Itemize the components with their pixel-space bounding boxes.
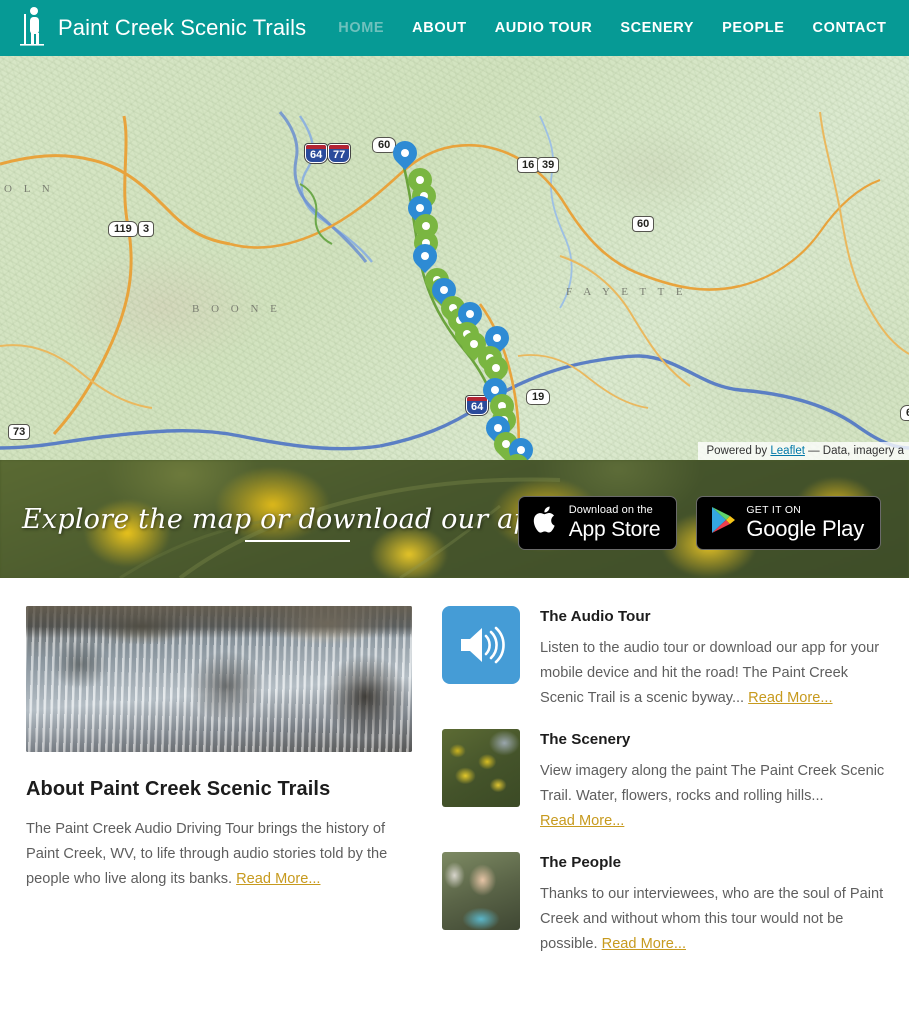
about-title: About Paint Creek Scenic Trails bbox=[26, 778, 331, 800]
goldenrod-photo bbox=[442, 729, 520, 807]
page-content: About Paint Creek Scenic Trails The Pain… bbox=[0, 578, 909, 975]
map-roads bbox=[0, 111, 909, 460]
apple-icon bbox=[532, 503, 560, 542]
route-shield-16: 16 bbox=[517, 157, 540, 173]
feature-audio-tour: The Audio Tour Listen to the audio tour … bbox=[442, 606, 887, 711]
route-shield-i77: 77 bbox=[328, 144, 351, 163]
google-play-top-label: GET IT ON bbox=[746, 503, 802, 516]
leaflet-link[interactable]: Leaflet bbox=[770, 445, 805, 457]
store-badges: Download on the App Store GET IT ON Goog… bbox=[517, 496, 881, 550]
waterfall-photo bbox=[26, 606, 412, 752]
about-body: The Paint Creek Audio Driving Tour bring… bbox=[26, 817, 416, 892]
google-play-button[interactable]: GET IT ON Google Play bbox=[696, 496, 881, 550]
feature-read-more-link[interactable]: Read More... bbox=[602, 936, 686, 952]
features-column: The Audio Tour Listen to the audio tour … bbox=[442, 606, 887, 975]
feature-people: The People Thanks to our interviewees, w… bbox=[442, 852, 887, 957]
portrait-photo bbox=[442, 852, 520, 930]
map-county-label: B O O N E bbox=[192, 303, 282, 315]
route-shield-39: 39 bbox=[537, 157, 560, 173]
feature-text: Thanks to our interviewees, who are the … bbox=[540, 882, 887, 957]
feature-text: View imagery along the paint The Paint C… bbox=[540, 759, 887, 834]
banner-headline-underline bbox=[245, 540, 350, 542]
brand-logo[interactable]: Paint Creek Scenic Trails bbox=[18, 5, 306, 51]
banner-headline: Explore the map or download our app! bbox=[22, 504, 560, 535]
audio-tour-thumb[interactable] bbox=[442, 606, 520, 684]
nav-item-audio-tour[interactable]: AUDIO TOUR bbox=[495, 20, 593, 36]
trail-map[interactable]: O L N B O O N E L O G A N F A Y E T T E … bbox=[0, 56, 909, 460]
route-shield-3: 3 bbox=[138, 221, 155, 237]
google-play-bottom-label: Google Play bbox=[746, 516, 864, 542]
nav-item-contact[interactable]: CONTACT bbox=[813, 20, 887, 36]
app-store-bottom-label: App Store bbox=[568, 518, 661, 541]
feature-title: The Audio Tour bbox=[540, 608, 651, 625]
nav-item-home[interactable]: HOME bbox=[338, 20, 384, 36]
feature-read-more-link[interactable]: Read More... bbox=[540, 813, 624, 829]
attribution-suffix: — Data, imagery a bbox=[804, 445, 904, 457]
attribution-prefix: Powered by bbox=[706, 445, 771, 457]
feature-title: The People bbox=[540, 854, 622, 871]
feature-read-more-link[interactable]: Read More... bbox=[748, 690, 832, 706]
feature-body-text: View imagery along the paint The Paint C… bbox=[540, 763, 885, 804]
about-body-text: The Paint Creek Audio Driving Tour bring… bbox=[26, 821, 388, 887]
nav-item-scenery[interactable]: SCENERY bbox=[620, 20, 694, 36]
app-store-top-label: Download on the bbox=[568, 504, 653, 516]
speaker-icon bbox=[442, 606, 520, 684]
main-nav: HOME ABOUT AUDIO TOUR SCENERY PEOPLE CON… bbox=[338, 20, 886, 36]
app-promo-banner: Explore the map or download our app! Dow… bbox=[0, 460, 909, 578]
nav-item-people[interactable]: PEOPLE bbox=[722, 20, 784, 36]
scenery-thumb[interactable] bbox=[442, 729, 520, 807]
route-shield-6: 6 bbox=[900, 405, 909, 421]
about-read-more-link[interactable]: Read More... bbox=[236, 871, 320, 887]
map-county-label: O L N bbox=[4, 183, 55, 195]
map-county-label: F A Y E T T E bbox=[566, 286, 688, 298]
feature-text: Listen to the audio tour or download our… bbox=[540, 636, 887, 711]
route-shield-19: 19 bbox=[526, 389, 551, 405]
brand-name: Paint Creek Scenic Trails bbox=[58, 15, 307, 40]
route-shield-119: 119 bbox=[108, 221, 138, 237]
about-column: About Paint Creek Scenic Trails The Pain… bbox=[26, 606, 416, 975]
map-attribution: Powered by Leaflet — Data, imagery a bbox=[698, 442, 909, 460]
people-thumb[interactable] bbox=[442, 852, 520, 930]
route-shield-73: 73 bbox=[8, 424, 31, 440]
app-store-button[interactable]: Download on the App Store bbox=[517, 496, 678, 550]
feature-scenery: The Scenery View imagery along the paint… bbox=[442, 729, 887, 834]
route-shield-i64: 64 bbox=[305, 144, 328, 163]
nav-item-about[interactable]: ABOUT bbox=[412, 20, 467, 36]
feature-title: The Scenery bbox=[540, 731, 631, 748]
site-header: Paint Creek Scenic Trails HOME ABOUT AUD… bbox=[0, 0, 909, 56]
feature-body-text: Thanks to our interviewees, who are the … bbox=[540, 886, 884, 952]
route-shield-60b: 60 bbox=[632, 216, 655, 232]
google-play-icon bbox=[710, 505, 737, 540]
hiker-icon bbox=[18, 5, 48, 51]
